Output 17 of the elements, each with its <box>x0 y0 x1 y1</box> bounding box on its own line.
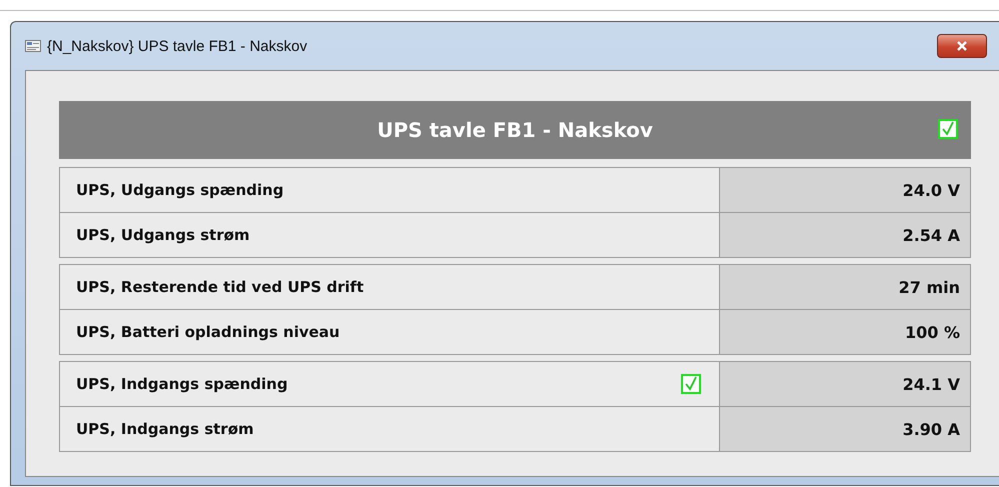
window-title: {N_Nakskov} UPS tavle FB1 - Nakskov <box>47 38 308 54</box>
row-label: UPS, Resterende tid ved UPS drift <box>76 278 364 296</box>
value-cell: 24.0 V <box>720 168 970 212</box>
panel-title: UPS tavle FB1 - Nakskov <box>377 118 653 142</box>
value-cell: 3.90 A <box>720 407 970 451</box>
close-icon <box>956 41 968 51</box>
window-icon <box>25 40 41 52</box>
value-cell: 2.54 A <box>720 213 970 257</box>
row-label: UPS, Batteri opladnings niveau <box>76 323 340 341</box>
row-label: UPS, Indgangs spænding <box>76 375 288 393</box>
value-cell: 27 min <box>720 265 970 309</box>
value-cell: 100 % <box>720 310 970 354</box>
close-button[interactable] <box>937 34 987 58</box>
row-label: UPS, Udgangs spænding <box>76 181 284 199</box>
value-cell: 24.1 V <box>720 362 970 406</box>
row-label: UPS, Indgangs strøm <box>76 420 254 438</box>
row-label: UPS, Udgangs strøm <box>76 226 250 244</box>
